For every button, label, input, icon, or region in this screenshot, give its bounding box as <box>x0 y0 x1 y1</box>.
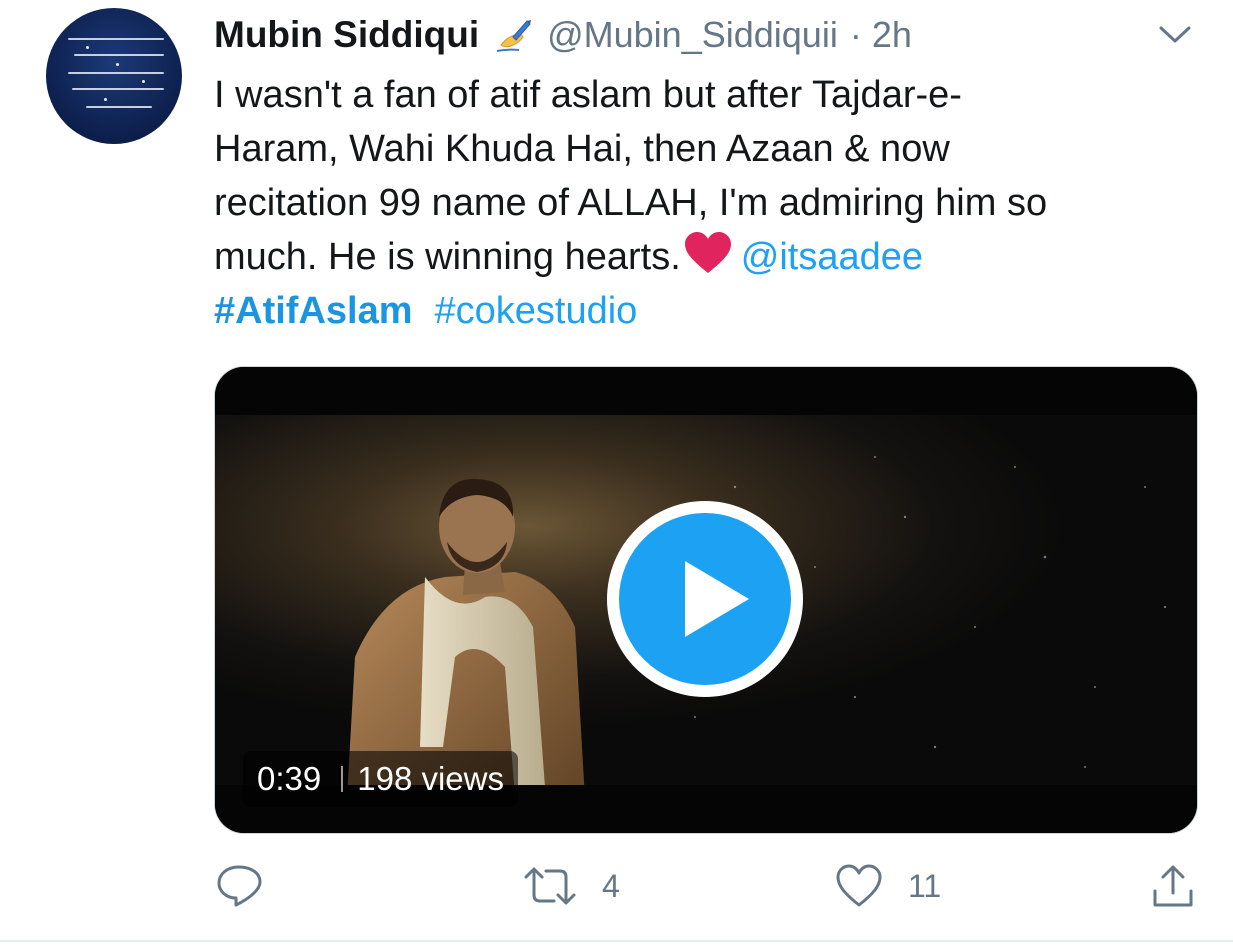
share-button[interactable] <box>1150 856 1196 916</box>
hashtags: #AtifAslam #cokestudio <box>214 284 637 338</box>
video-views: 198 views <box>357 760 504 797</box>
tweet: Mubin Siddiqui @Mubin_Siddiquii · 2h I w… <box>0 0 1233 942</box>
meta-divider <box>341 766 344 792</box>
play-icon <box>685 561 749 637</box>
tweet-actions: 4 11 <box>214 856 1196 916</box>
tweet-text: I wasn't a fan of atif aslam but after T… <box>214 68 1204 284</box>
share-icon <box>1153 865 1193 907</box>
reply-icon <box>217 865 262 907</box>
author-name[interactable]: Mubin Siddiqui <box>214 14 479 56</box>
tweet-text-last: much. He is winning hearts. <box>214 236 681 278</box>
mention-link[interactable]: @itsaadee <box>741 236 923 278</box>
red-heart-icon <box>684 232 731 273</box>
like-button[interactable]: 11 <box>834 856 941 916</box>
video-player[interactable]: 0:39 198 views <box>214 366 1198 834</box>
play-button[interactable] <box>607 501 803 697</box>
avatar[interactable] <box>46 8 182 144</box>
retweet-count: 4 <box>602 867 620 904</box>
retweet-icon <box>524 867 576 905</box>
separator-dot: · <box>849 14 862 55</box>
retweet-button[interactable]: 4 <box>522 856 620 916</box>
hashtag-link[interactable]: #AtifAslam <box>214 290 413 332</box>
hashtag-link[interactable]: #cokestudio <box>435 290 638 332</box>
tweet-divider <box>0 940 1233 942</box>
like-heart-icon <box>836 864 882 907</box>
like-count: 11 <box>908 867 942 904</box>
video-meta: 0:39 198 views <box>243 751 518 807</box>
author-handle[interactable]: @Mubin_Siddiquii <box>547 14 838 56</box>
play-button-inner <box>619 513 791 685</box>
tweet-text-line: Haram, Wahi Khuda Hai, then Azaan & now <box>214 128 950 170</box>
reply-button[interactable] <box>214 856 288 916</box>
chevron-down-icon[interactable] <box>1157 22 1193 48</box>
tweet-header: Mubin Siddiqui @Mubin_Siddiquii · 2h <box>214 10 912 60</box>
tweet-text-line: I wasn't a fan of atif aslam but after T… <box>214 74 962 116</box>
tweet-text-line: much. He is winning hearts. @itsaadee <box>214 230 1204 284</box>
writing-hand-icon <box>496 20 532 52</box>
video-duration: 0:39 <box>257 760 322 797</box>
timestamp[interactable]: 2h <box>872 14 912 56</box>
tweet-text-line: recitation 99 name of ALLAH, I'm admirin… <box>214 182 1048 224</box>
